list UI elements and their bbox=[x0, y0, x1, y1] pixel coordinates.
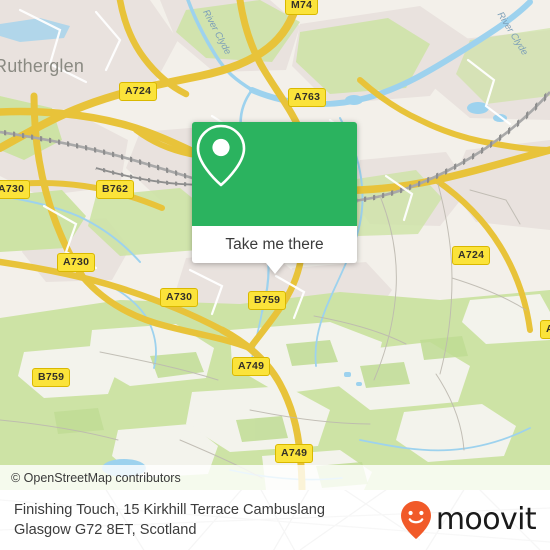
road-shield-a724-nw[interactable]: A724 bbox=[119, 82, 158, 101]
moovit-logo[interactable]: moovit bbox=[399, 500, 537, 540]
map-canvas[interactable]: Rutherglen River Clyde River Clyde M74 A… bbox=[0, 0, 550, 490]
road-shield-a749-s[interactable]: A749 bbox=[275, 444, 314, 463]
callout-tail-arrow bbox=[265, 263, 284, 274]
callout-action-bar[interactable]: Take me there bbox=[192, 226, 357, 274]
road-shield-a763[interactable]: A763 bbox=[288, 88, 327, 107]
osm-attribution-bar: © OpenStreetMap contributors bbox=[0, 465, 550, 490]
road-shield-a749-n[interactable]: A749 bbox=[232, 357, 271, 376]
road-shield-a730-s[interactable]: A730 bbox=[160, 288, 199, 307]
road-shield-m74[interactable]: M74 bbox=[285, 0, 319, 15]
osm-attribution-text[interactable]: © OpenStreetMap contributors bbox=[0, 471, 181, 485]
map-pin-icon bbox=[196, 124, 246, 187]
road-shield-b759-n[interactable]: B759 bbox=[248, 291, 287, 310]
address-line-1: Finishing Touch, 15 Kirkhill Terrace Cam… bbox=[14, 502, 325, 518]
map-screenshot: Rutherglen River Clyde River Clyde M74 A… bbox=[0, 0, 550, 550]
address-block: Finishing Touch, 15 Kirkhill Terrace Cam… bbox=[14, 500, 325, 540]
location-callout-card[interactable]: Take me there bbox=[192, 122, 357, 274]
moovit-wordmark: moovit bbox=[435, 502, 537, 537]
road-shield-a730-mid[interactable]: A730 bbox=[57, 253, 96, 272]
road-shield-b762[interactable]: B762 bbox=[96, 180, 135, 199]
take-me-there-label: Take me there bbox=[225, 235, 324, 253]
footer-bar: Finishing Touch, 15 Kirkhill Terrace Cam… bbox=[0, 490, 550, 550]
address-line-2: Glasgow G72 8ET, Scotland bbox=[14, 522, 197, 538]
road-shield-a-edge[interactable]: A bbox=[540, 320, 550, 339]
road-shield-a730-w[interactable]: A730 bbox=[0, 180, 31, 199]
footer-content: Finishing Touch, 15 Kirkhill Terrace Cam… bbox=[0, 490, 550, 550]
moovit-smiley-pin-icon bbox=[400, 501, 431, 539]
road-shield-a724-e[interactable]: A724 bbox=[452, 246, 491, 265]
callout-pin-panel bbox=[192, 122, 357, 226]
road-shield-b759-s[interactable]: B759 bbox=[32, 368, 71, 387]
